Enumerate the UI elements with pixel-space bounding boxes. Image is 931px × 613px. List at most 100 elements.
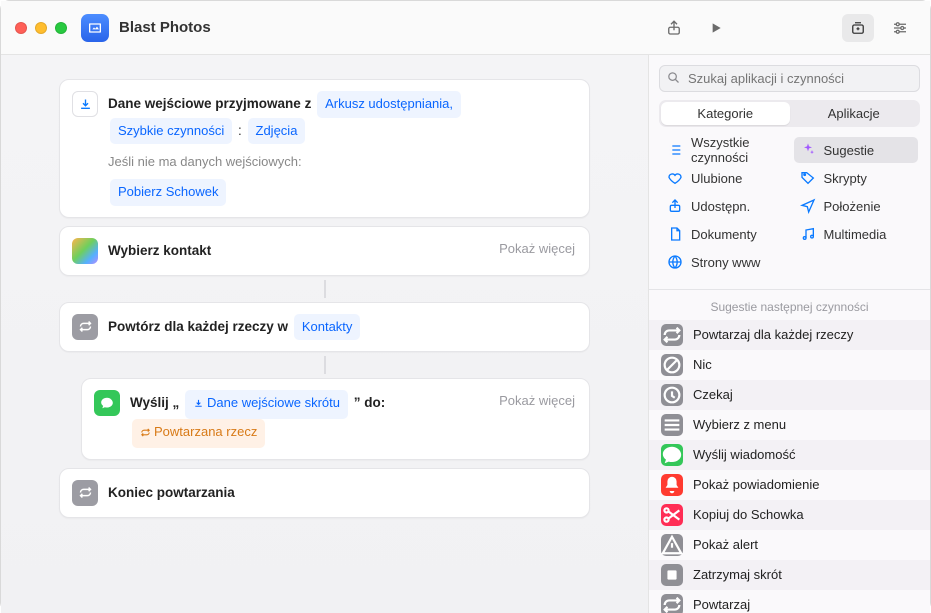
category-tag[interactable]: Skrypty: [794, 165, 919, 191]
repeat-item-token[interactable]: Powtarzana rzecz: [132, 419, 265, 448]
suggestion-label: Czekaj: [693, 387, 733, 402]
music-icon: [800, 226, 816, 242]
category-share[interactable]: Udostępn.: [661, 193, 786, 219]
globe-icon: [667, 254, 683, 270]
bell-icon: [661, 474, 683, 496]
suggestion-item[interactable]: Czekaj: [649, 380, 930, 410]
category-label: Udostępn.: [691, 199, 750, 214]
input-definition-card[interactable]: Dane wejściowe przyjmowane z Arkusz udos…: [59, 79, 590, 218]
repeat-icon: [661, 594, 683, 613]
fallback-label: Jeśli nie ma danych wejściowych:: [108, 150, 575, 175]
action-title: Wybierz kontakt: [108, 243, 211, 258]
alert-icon: [661, 534, 683, 556]
segment-apps[interactable]: Aplikacje: [790, 102, 919, 125]
category-sparkle[interactable]: Sugestie: [794, 137, 919, 163]
list-icon: [667, 142, 683, 158]
category-music[interactable]: Multimedia: [794, 221, 919, 247]
category-grid: Wszystkie czynności Sugestie Ulubione Skryp…: [661, 137, 918, 275]
suggestion-label: Wyślij wiadomość: [693, 447, 795, 462]
share-button[interactable]: [658, 14, 690, 42]
send-suffix: ” do:: [354, 395, 386, 410]
input-label: Dane wejściowe przyjmowane z: [108, 96, 311, 111]
input-type-token[interactable]: Zdjęcia: [248, 118, 306, 145]
token-separator: :: [238, 123, 242, 138]
category-nav[interactable]: Położenie: [794, 193, 919, 219]
shortcut-input-token[interactable]: Dane wejściowe skrótu: [185, 390, 348, 419]
action-library-panel: Kategorie Aplikacje Wszystkie czynności S…: [649, 55, 930, 613]
send-prefix: Wyślij „: [130, 395, 179, 410]
action-title: Koniec powtarzania: [108, 485, 235, 500]
suggestion-label: Pokaż powiadomienie: [693, 477, 819, 492]
category-globe[interactable]: Strony www: [661, 249, 786, 275]
toolbar-left-group: [658, 14, 732, 42]
suggestions-heading: Sugestie następnej czynności: [649, 300, 930, 314]
segment-categories[interactable]: Kategorie: [661, 102, 790, 125]
run-button[interactable]: [700, 14, 732, 42]
menu-icon: [661, 414, 683, 436]
category-label: Sugestie: [824, 143, 875, 158]
close-window-button[interactable]: [15, 22, 27, 34]
workflow-editor: Dane wejściowe przyjmowane z Arkusz udos…: [1, 55, 649, 613]
suggestion-item[interactable]: Wybierz z menu: [649, 410, 930, 440]
search-input[interactable]: [659, 65, 920, 92]
library-toggle-button[interactable]: [842, 14, 874, 42]
repeat-variable-token[interactable]: Kontakty: [294, 314, 361, 341]
category-list[interactable]: Wszystkie czynności: [661, 137, 786, 163]
suggestion-item[interactable]: Powtarzaj dla każdej rzeczy: [649, 320, 930, 350]
suggestion-item[interactable]: Pokaż alert: [649, 530, 930, 560]
suggestion-item[interactable]: Kopiuj do Schowka: [649, 500, 930, 530]
contacts-app-icon: [72, 238, 98, 264]
category-label: Multimedia: [824, 227, 887, 242]
category-label: Dokumenty: [691, 227, 757, 242]
category-label: Wszystkie czynności: [691, 135, 780, 165]
doc-icon: [667, 226, 683, 242]
show-more-button[interactable]: Pokaż więcej: [499, 393, 575, 408]
fallback-action-token[interactable]: Pobierz Schowek: [110, 179, 226, 206]
input-source-token[interactable]: Arkusz udostępniania,: [317, 91, 461, 118]
suggestion-item[interactable]: Nic: [649, 350, 930, 380]
shortcut-app-icon: [81, 14, 109, 42]
category-label: Strony www: [691, 255, 760, 270]
suggestion-label: Nic: [693, 357, 712, 372]
suggestion-item[interactable]: Zatrzymaj skrót: [649, 560, 930, 590]
suggestion-item[interactable]: Powtarzaj: [649, 590, 930, 613]
suggestion-label: Kopiuj do Schowka: [693, 507, 804, 522]
scissor-icon: [661, 504, 683, 526]
suggestion-list: Powtarzaj dla każdej rzeczy Nic Czekaj Wybi…: [649, 320, 930, 613]
suggestion-label: Powtarzaj: [693, 597, 750, 612]
heart-icon: [667, 170, 683, 186]
category-label: Położenie: [824, 199, 881, 214]
repeat-icon: [661, 324, 683, 346]
suggestion-label: Wybierz z menu: [693, 417, 786, 432]
suggestion-label: Pokaż alert: [693, 537, 758, 552]
suggestion-item[interactable]: Wyślij wiadomość: [649, 440, 930, 470]
repeat-icon: [72, 314, 98, 340]
settings-toggle-button[interactable]: [884, 14, 916, 42]
share-icon: [667, 198, 683, 214]
flow-connector: [324, 356, 326, 374]
minimize-window-button[interactable]: [35, 22, 47, 34]
send-message-action[interactable]: Wyślij „ Dane wejściowe skrótu ” do: Pow…: [81, 378, 590, 459]
show-more-button[interactable]: Pokaż więcej: [499, 241, 575, 256]
select-contact-action[interactable]: Wybierz kontakt Pokaż więcej: [59, 226, 590, 276]
titlebar: Blast Photos: [1, 1, 930, 55]
input-source-token[interactable]: Szybkie czynności: [110, 118, 232, 145]
category-doc[interactable]: Dokumenty: [661, 221, 786, 247]
window-title: Blast Photos: [119, 19, 211, 36]
action-title: Powtórz dla każdej rzeczy w: [108, 319, 288, 334]
suggestion-item[interactable]: Pokaż powiadomienie: [649, 470, 930, 500]
category-label: Skrypty: [824, 171, 867, 186]
tag-icon: [800, 170, 816, 186]
end-repeat-action[interactable]: Koniec powtarzania: [59, 468, 590, 518]
search-field-wrap: [659, 65, 920, 92]
zoom-window-button[interactable]: [55, 22, 67, 34]
repeat-each-action[interactable]: Powtórz dla każdej rzeczy w Kontakty: [59, 302, 590, 353]
library-segmented-control[interactable]: Kategorie Aplikacje: [659, 100, 920, 127]
stop-icon: [661, 564, 683, 586]
toolbar-right-group: [842, 14, 916, 42]
bubble-icon: [661, 444, 683, 466]
search-icon: [666, 70, 681, 90]
messages-app-icon: [94, 390, 120, 416]
category-heart[interactable]: Ulubione: [661, 165, 786, 191]
divider: [649, 289, 930, 290]
